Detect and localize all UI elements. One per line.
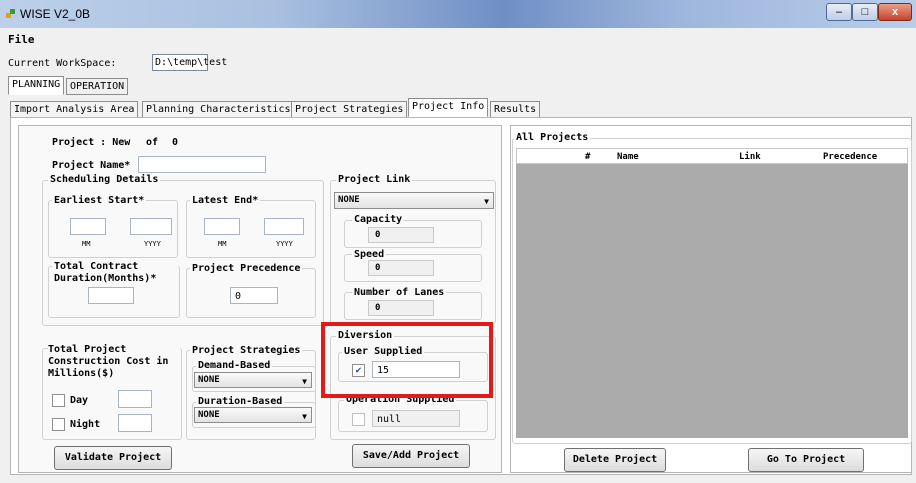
maximize-button[interactable]: □	[852, 3, 878, 21]
earliest-start-month-input[interactable]	[70, 218, 106, 235]
tab-project-strategies[interactable]: Project Strategies	[291, 101, 408, 118]
title-bar: WISE V2_0B – □ x	[0, 0, 916, 28]
project-link-selected: NONE	[338, 195, 360, 205]
latest-end-month-input[interactable]	[204, 218, 240, 235]
latest-end-mm-hint: MM	[218, 240, 227, 248]
workspace-label: Current WorkSpace:	[8, 58, 117, 69]
scheduling-details-title: Scheduling Details	[48, 174, 161, 185]
operation-supplied-input: null	[372, 410, 460, 427]
duration-based-select[interactable]: NONE ▼	[194, 407, 312, 423]
duration-based-selected: NONE	[198, 410, 220, 420]
speed-value: 0	[368, 260, 434, 276]
projects-grid[interactable]	[516, 148, 908, 438]
chevron-down-icon: ▼	[484, 197, 489, 206]
latest-end-year-input[interactable]	[264, 218, 304, 235]
earliest-start-year-input[interactable]	[130, 218, 172, 235]
cost-title: Total Project Construction Cost in Milli…	[48, 344, 180, 380]
project-status-label: Project : New	[52, 137, 131, 148]
column-precedence[interactable]: Precedence	[823, 152, 877, 162]
all-projects-title: All Projects	[514, 132, 591, 143]
precedence-input[interactable]: 0	[230, 287, 278, 304]
speed-label: Speed	[352, 249, 387, 260]
minimize-button[interactable]: –	[826, 3, 852, 21]
tab-import-analysis-area[interactable]: Import Analysis Area	[10, 101, 139, 118]
tab-planning-characteristics[interactable]: Planning Characteristics	[142, 101, 295, 118]
demand-based-selected: NONE	[198, 375, 220, 385]
project-link-title: Project Link	[336, 174, 413, 185]
projects-grid-header: # Name Link Precedence	[516, 148, 908, 164]
tab-planning[interactable]: PLANNING	[8, 76, 65, 95]
day-label: Day	[70, 395, 89, 406]
latest-end-label: Latest End*	[190, 195, 261, 206]
highlight-box	[321, 322, 493, 398]
menu-file[interactable]: File	[8, 33, 35, 46]
earliest-start-label: Earliest Start*	[52, 195, 147, 206]
app-icon	[6, 9, 15, 18]
delete-project-button[interactable]: Delete Project	[564, 448, 666, 472]
lanes-value: 0	[368, 300, 434, 316]
duration-label: Total Contract Duration(Months)*	[52, 261, 178, 285]
workspace-path: D:\temp\test	[152, 54, 227, 71]
project-name-label: Project Name*	[52, 160, 131, 171]
strategies-title: Project Strategies	[190, 345, 303, 356]
day-checkbox[interactable]	[52, 394, 65, 407]
tab-results[interactable]: Results	[490, 101, 541, 118]
close-button[interactable]: x	[878, 3, 912, 21]
column-name[interactable]: Name	[617, 152, 639, 162]
lanes-label: Number of Lanes	[352, 287, 447, 298]
project-link-select[interactable]: NONE ▼	[334, 192, 494, 209]
chevron-down-icon: ▼	[302, 377, 307, 386]
project-count: 0	[172, 137, 179, 148]
tab-operation[interactable]: OPERATION	[66, 78, 129, 95]
night-checkbox[interactable]	[52, 418, 65, 431]
demand-based-select[interactable]: NONE ▼	[194, 372, 312, 388]
night-cost-input[interactable]	[118, 414, 152, 432]
chevron-down-icon: ▼	[302, 412, 307, 421]
earliest-start-mm-hint: MM	[82, 240, 91, 248]
tab-project-info[interactable]: Project Info	[408, 98, 489, 117]
project-name-input[interactable]	[138, 156, 266, 173]
save-add-project-button[interactable]: Save/Add Project	[352, 444, 470, 468]
operation-supplied-checkbox[interactable]	[352, 413, 365, 426]
night-label: Night	[70, 419, 101, 430]
project-of-label: of	[146, 137, 159, 148]
latest-end-yyyy-hint: YYYY	[276, 240, 293, 248]
day-cost-input[interactable]	[118, 390, 152, 408]
demand-based-label: Demand-Based	[196, 360, 273, 371]
capacity-value: 0	[368, 227, 434, 243]
precedence-label: Project Precedence	[190, 263, 303, 274]
validate-project-button[interactable]: Validate Project	[54, 446, 172, 470]
duration-based-label: Duration-Based	[196, 396, 285, 407]
duration-input[interactable]	[88, 287, 134, 304]
column-link[interactable]: Link	[739, 152, 761, 162]
capacity-label: Capacity	[352, 214, 405, 225]
menu-bar: File	[0, 29, 916, 49]
column-number[interactable]: #	[585, 152, 590, 162]
go-to-project-button[interactable]: Go To Project	[748, 448, 864, 472]
window-title: WISE V2_0B	[20, 7, 91, 21]
earliest-start-yyyy-hint: YYYY	[144, 240, 161, 248]
